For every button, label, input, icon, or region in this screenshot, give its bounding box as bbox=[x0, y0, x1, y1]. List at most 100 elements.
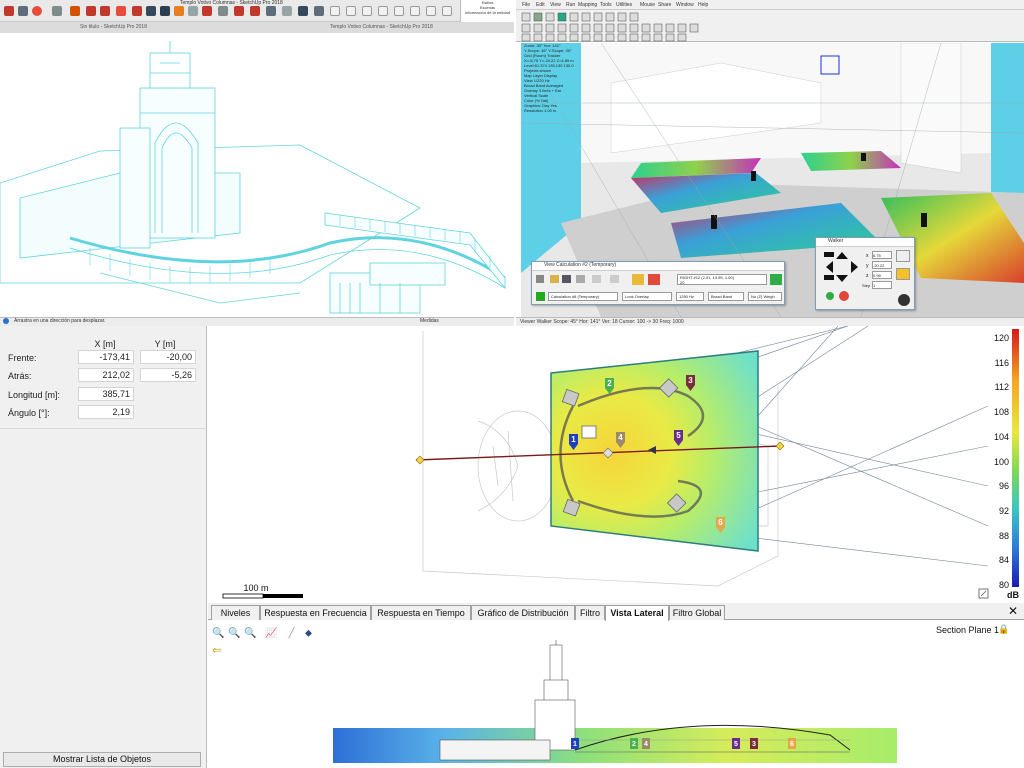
freq-select[interactable]: 1250 Hz bbox=[676, 292, 704, 301]
walker-z-field[interactable]: 0.99 bbox=[872, 271, 892, 279]
tray-item-entity-info[interactable]: Información de la entidad bbox=[461, 10, 514, 15]
orbit-icon[interactable] bbox=[174, 6, 184, 16]
walker-y-field[interactable]: -20.22 bbox=[872, 261, 892, 269]
color-icon bbox=[839, 291, 849, 301]
print-icon[interactable] bbox=[576, 275, 585, 283]
tape-icon[interactable] bbox=[146, 6, 156, 16]
ease-toolbar-icons[interactable] bbox=[516, 10, 1024, 42]
tab-vista-lateral[interactable]: Vista Lateral bbox=[605, 605, 669, 621]
walker-arrows[interactable] bbox=[820, 250, 864, 308]
menu-view[interactable]: View bbox=[550, 2, 561, 8]
wireframe-icon[interactable] bbox=[426, 6, 436, 16]
walker-window[interactable]: Walker x 6.75 y -20.22 z 0.99 Step 1 bbox=[815, 237, 915, 310]
menu-run[interactable]: Run bbox=[566, 2, 575, 8]
menu-utilities[interactable]: Utilities bbox=[616, 2, 632, 8]
view-front-icon[interactable] bbox=[346, 6, 356, 16]
atras-x-field[interactable]: 212,02 bbox=[78, 368, 134, 382]
select-tool-icon[interactable] bbox=[4, 6, 14, 16]
view-top-icon[interactable] bbox=[314, 6, 324, 16]
map-icon[interactable] bbox=[632, 274, 644, 285]
section-icon[interactable] bbox=[234, 6, 244, 16]
show-object-list-button[interactable]: Mostrar Lista de Objetos bbox=[3, 752, 201, 767]
view-calculation-window[interactable]: View Calculation #2 (Temporary) RIGHT #1… bbox=[531, 261, 785, 305]
offset-icon[interactable] bbox=[132, 6, 142, 16]
camera-icon[interactable] bbox=[298, 6, 308, 16]
export-icon[interactable] bbox=[610, 275, 619, 283]
scale-label: 100 m bbox=[243, 583, 268, 593]
default-tray[interactable]: Estilos Escenas Información de la entida… bbox=[460, 0, 514, 22]
view-right-icon[interactable] bbox=[362, 6, 372, 16]
walker-play-icon[interactable] bbox=[896, 268, 910, 280]
band-select[interactable]: Broad Band bbox=[708, 292, 744, 301]
menu-mouse[interactable]: Mouse bbox=[640, 2, 655, 8]
xray-icon[interactable] bbox=[410, 6, 420, 16]
copy-icon[interactable] bbox=[592, 275, 601, 283]
back-arrow-icon[interactable]: ⇐ bbox=[212, 643, 222, 657]
calc-icon[interactable] bbox=[536, 275, 544, 283]
weight-select[interactable]: No (Z) Weigh bbox=[748, 292, 782, 301]
rotate-icon[interactable] bbox=[100, 6, 110, 16]
info-icon[interactable] bbox=[3, 318, 9, 324]
doc-tab-templo[interactable]: Templo Votivo Columnas - SketchUp Pro 20… bbox=[330, 24, 433, 30]
open-icon[interactable] bbox=[550, 275, 559, 283]
walker-eye-icon[interactable] bbox=[898, 294, 910, 306]
save-icon[interactable] bbox=[562, 275, 571, 283]
atras-y-field[interactable]: -5,26 bbox=[140, 368, 196, 382]
pan-icon[interactable] bbox=[188, 6, 198, 16]
menu-window[interactable]: Window bbox=[676, 2, 694, 8]
view-left-icon[interactable] bbox=[394, 6, 404, 16]
tab-filtro-global[interactable]: Filtro Global bbox=[669, 605, 725, 620]
tab-niveles[interactable]: Niveles bbox=[211, 605, 260, 620]
lock-icon[interactable]: 🔒 bbox=[998, 624, 1009, 635]
longitud-field[interactable]: 385,71 bbox=[78, 387, 134, 401]
zoom-icon[interactable] bbox=[202, 6, 212, 16]
text-icon[interactable] bbox=[160, 6, 170, 16]
frente-y-field[interactable]: -20,00 bbox=[140, 350, 196, 364]
walker-x-field[interactable]: 6.75 bbox=[872, 251, 892, 259]
zoom-out-icon[interactable]: 🔍 bbox=[228, 627, 241, 640]
angulo-field[interactable]: 2,19 bbox=[78, 405, 134, 419]
colorbar-tick: 100 bbox=[994, 457, 1009, 467]
menu-mapping[interactable]: Mapping bbox=[578, 2, 597, 8]
menu-share[interactable]: Share bbox=[658, 2, 671, 8]
pencil-tool-icon[interactable] bbox=[18, 6, 28, 16]
menu-file[interactable]: File bbox=[522, 2, 530, 8]
menu-tools[interactable]: Tools bbox=[600, 2, 612, 8]
calc-select[interactable]: Calculation #8 (Temporary) bbox=[548, 292, 618, 301]
view-back-icon[interactable] bbox=[378, 6, 388, 16]
walker-pen-icon[interactable] bbox=[896, 250, 910, 262]
sketchup-viewport[interactable] bbox=[0, 33, 514, 318]
shaded-icon[interactable] bbox=[442, 6, 452, 16]
tab-respuesta-frecuencia[interactable]: Respuesta en Frecuencia bbox=[260, 605, 371, 620]
line-icon[interactable]: ╱ bbox=[285, 627, 298, 640]
tab-filtro[interactable]: Filtro bbox=[575, 605, 605, 620]
doc-tab-untitled[interactable]: Sin titulo - SketchUp Pro 2018 bbox=[80, 24, 147, 30]
menu-help[interactable]: Help bbox=[698, 2, 708, 8]
run-icon[interactable] bbox=[770, 274, 782, 285]
section-end-handle bbox=[775, 441, 785, 451]
view-iso-icon[interactable] bbox=[330, 6, 340, 16]
move-icon[interactable] bbox=[86, 6, 96, 16]
push-pull-icon[interactable] bbox=[70, 6, 80, 16]
zoom-fit-icon[interactable]: 🔍 bbox=[244, 627, 257, 640]
marker-icon[interactable]: ⬥ bbox=[302, 627, 315, 640]
circle-tool-icon[interactable] bbox=[32, 6, 42, 16]
paint-tool-icon[interactable] bbox=[52, 6, 62, 16]
extension-icon[interactable] bbox=[266, 6, 276, 16]
frente-x-field[interactable]: -173,41 bbox=[78, 350, 134, 364]
chart-icon[interactable]: 📈 bbox=[265, 627, 278, 640]
tab-respuesta-tiempo[interactable]: Respuesta en Tiempo bbox=[371, 605, 471, 620]
scale-icon[interactable] bbox=[116, 6, 126, 16]
warehouse-icon[interactable] bbox=[250, 6, 260, 16]
map2-icon[interactable] bbox=[648, 274, 660, 285]
menu-edit[interactable]: Edit bbox=[536, 2, 545, 8]
zoom-in-icon[interactable]: 🔍 bbox=[212, 627, 225, 640]
speaker-icon[interactable] bbox=[536, 292, 545, 301]
layout-icon[interactable] bbox=[282, 6, 292, 16]
plan-view[interactable]: 1 2 3 4 5 6 100 m 120 116 112 108 104 10… bbox=[208, 326, 1024, 602]
zoom-extents-icon[interactable] bbox=[218, 6, 228, 16]
map-select[interactable]: Look Overlap bbox=[622, 292, 672, 301]
tab-grafico-distribucion[interactable]: Gráfico de Distribución bbox=[471, 605, 575, 620]
close-panel-icon[interactable]: ✕ bbox=[1008, 604, 1018, 618]
walker-step-field[interactable]: 1 bbox=[872, 281, 892, 289]
